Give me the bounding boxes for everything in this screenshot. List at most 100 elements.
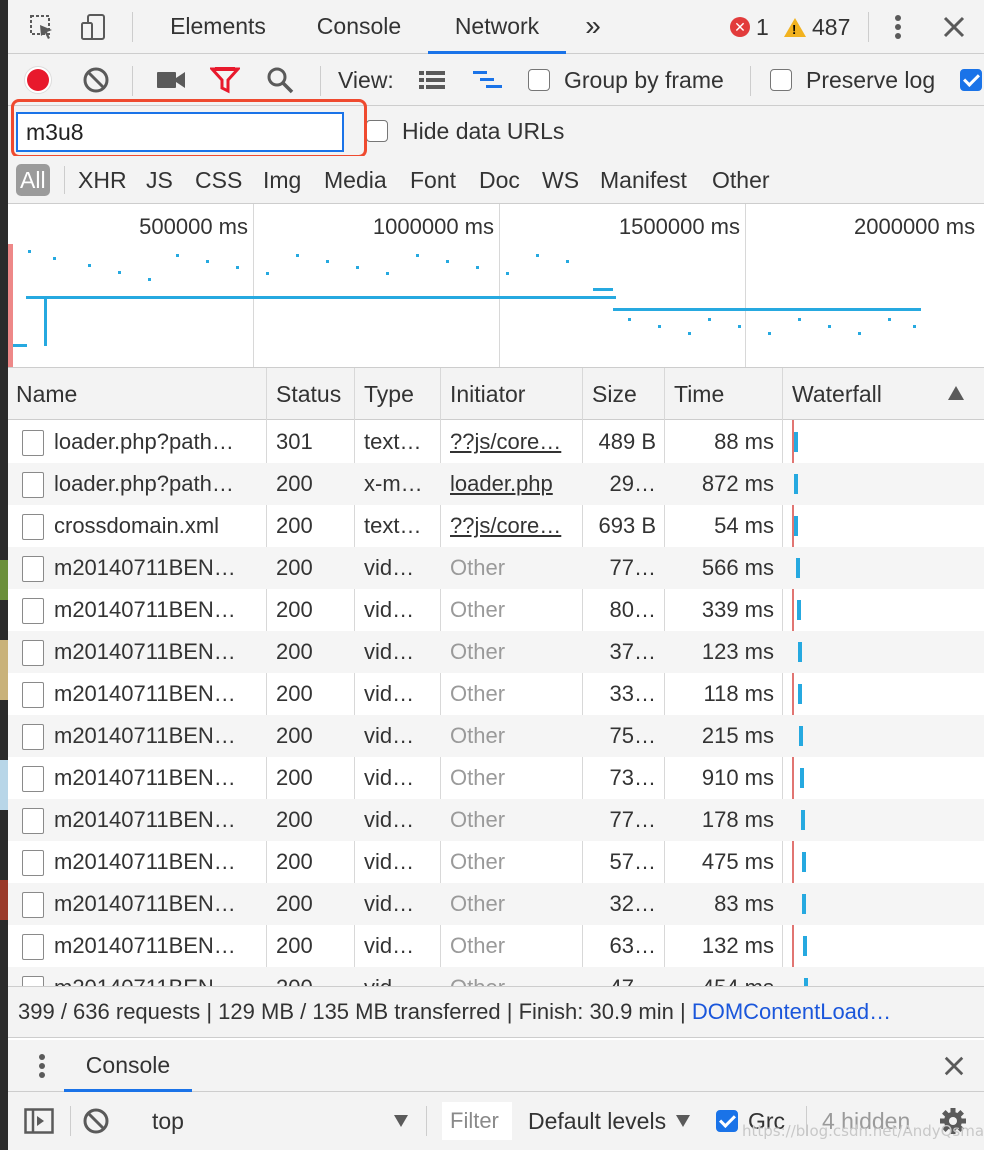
close-drawer-icon[interactable] bbox=[936, 1040, 972, 1092]
request-initiator[interactable]: ??js/core… bbox=[450, 505, 578, 547]
table-row[interactable]: m20140711BEN… 200 vid… Other 32… 83 ms bbox=[8, 883, 984, 925]
network-overview-timeline[interactable]: 500000 ms 1000000 ms 1500000 ms 2000000 … bbox=[8, 204, 984, 368]
request-name[interactable]: m20140711BEN… bbox=[54, 715, 262, 757]
column-header-size[interactable]: Size bbox=[584, 368, 637, 420]
toolbar-divider bbox=[320, 66, 321, 96]
request-name[interactable]: loader.php?path… bbox=[54, 463, 262, 505]
request-name[interactable]: m20140711BEN… bbox=[54, 883, 262, 925]
type-filter-manifest[interactable]: Manifest bbox=[600, 164, 687, 196]
request-name[interactable]: loader.php?path… bbox=[54, 421, 262, 463]
type-filter-ws[interactable]: WS bbox=[542, 164, 579, 196]
request-time: 88 ms bbox=[714, 429, 774, 454]
type-filter-font[interactable]: Font bbox=[410, 164, 456, 196]
request-name[interactable]: m20140711BEN… bbox=[54, 925, 262, 967]
request-type: text… bbox=[364, 429, 422, 454]
overview-mark bbox=[26, 296, 616, 299]
table-row[interactable]: m20140711BEN… 200 vid… Other 77… 566 ms bbox=[8, 547, 984, 589]
column-header-waterfall[interactable]: Waterfall bbox=[784, 368, 882, 420]
table-row[interactable]: crossdomain.xml 200 text… ??js/core… 693 B 54… bbox=[8, 505, 984, 547]
file-icon bbox=[22, 976, 44, 986]
request-name[interactable]: m20140711BEN… bbox=[54, 589, 262, 631]
table-row[interactable]: m20140711BEN… 200 vid… Other 77… 178 ms bbox=[8, 799, 984, 841]
group-by-frame-checkbox[interactable]: Group by frame bbox=[528, 54, 724, 106]
request-initiator[interactable]: ??js/core… bbox=[450, 421, 578, 463]
hide-data-urls-checkbox[interactable]: Hide data URLs bbox=[366, 106, 564, 156]
warning-counter[interactable]: ! 487 bbox=[784, 0, 850, 54]
disable-cache-checkbox[interactable] bbox=[960, 54, 982, 106]
show-console-sidebar-button[interactable] bbox=[24, 1092, 54, 1150]
table-row[interactable]: m20140711BEN… 200 vid… Other 47… 454 ms bbox=[8, 967, 984, 986]
type-filter-doc[interactable]: Doc bbox=[479, 164, 520, 196]
table-row[interactable]: m20140711BEN… 200 vid… Other 33… 118 ms bbox=[8, 673, 984, 715]
type-filter-css[interactable]: CSS bbox=[195, 164, 242, 196]
waterfall-bar bbox=[794, 474, 798, 494]
type-filter-media[interactable]: Media bbox=[324, 164, 387, 196]
table-row[interactable]: m20140711BEN… 200 vid… Other 63… 132 ms bbox=[8, 925, 984, 967]
console-filter-input[interactable]: Filter bbox=[442, 1102, 512, 1140]
overview-mark bbox=[326, 260, 329, 263]
column-header-type[interactable]: Type bbox=[356, 368, 414, 420]
large-rows-button[interactable] bbox=[418, 54, 450, 106]
error-counter[interactable]: ✕ 1 bbox=[730, 0, 769, 54]
record-icon bbox=[24, 66, 52, 94]
request-name[interactable]: m20140711BEN… bbox=[54, 757, 262, 799]
column-header-initiator[interactable]: Initiator bbox=[442, 368, 525, 420]
toolbar-divider bbox=[868, 12, 869, 42]
type-filter-js[interactable]: JS bbox=[146, 164, 173, 196]
drawer-tab-bar: Console bbox=[8, 1040, 984, 1092]
table-row[interactable]: m20140711BEN… 200 vid… Other 57… 475 ms bbox=[8, 841, 984, 883]
console-settings-button[interactable] bbox=[938, 1092, 968, 1150]
request-initiator[interactable]: loader.php bbox=[450, 463, 578, 505]
column-header-time[interactable]: Time bbox=[666, 368, 724, 420]
type-filter-other[interactable]: Other bbox=[712, 164, 770, 196]
overview-mark bbox=[738, 325, 741, 328]
file-icon bbox=[22, 598, 44, 624]
request-name[interactable]: m20140711BEN… bbox=[54, 967, 262, 986]
device-toolbar-icon[interactable] bbox=[76, 0, 112, 54]
request-name[interactable]: m20140711BEN… bbox=[54, 631, 262, 673]
execution-context-select[interactable]: top bbox=[152, 1092, 184, 1150]
request-time: 132 ms bbox=[701, 933, 774, 958]
type-filter-xhr[interactable]: XHR bbox=[78, 164, 127, 196]
drawer-tab-console[interactable]: Console bbox=[64, 1040, 192, 1092]
drawer-menu-icon[interactable] bbox=[28, 1040, 56, 1092]
file-icon bbox=[22, 472, 44, 498]
table-row[interactable]: m20140711BEN… 200 vid… Other 80… 339 ms bbox=[8, 589, 984, 631]
close-devtools-icon[interactable] bbox=[936, 0, 972, 54]
request-name[interactable]: m20140711BEN… bbox=[54, 841, 262, 883]
table-row[interactable]: m20140711BEN… 200 vid… Other 73… 910 ms bbox=[8, 757, 984, 799]
type-filter-img[interactable]: Img bbox=[263, 164, 301, 196]
overview-mark bbox=[566, 260, 569, 263]
kebab-menu-icon[interactable] bbox=[884, 0, 912, 54]
tab-elements[interactable]: Elements bbox=[158, 0, 278, 54]
overview-mark bbox=[476, 266, 479, 269]
log-levels-dropdown[interactable]: Default levels bbox=[528, 1092, 691, 1150]
tab-console[interactable]: Console bbox=[304, 0, 414, 54]
overview-mark bbox=[708, 318, 711, 321]
table-row[interactable]: m20140711BEN… 200 vid… Other 37… 123 ms bbox=[8, 631, 984, 673]
request-summary: 399 / 636 requests | 129 MB / 135 MB tra… bbox=[18, 999, 692, 1024]
preserve-log-checkbox[interactable]: Preserve log bbox=[770, 54, 935, 106]
request-size: 75… bbox=[609, 723, 656, 748]
request-size: 63… bbox=[609, 933, 656, 958]
column-header-name[interactable]: Name bbox=[8, 368, 77, 420]
request-type: x-m… bbox=[364, 471, 423, 496]
table-row[interactable]: m20140711BEN… 200 vid… Other 75… 215 ms bbox=[8, 715, 984, 757]
request-name[interactable]: m20140711BEN… bbox=[54, 673, 262, 715]
table-row[interactable]: loader.php?path… 301 text… ??js/core… 489 B 8… bbox=[8, 421, 984, 463]
request-name[interactable]: crossdomain.xml bbox=[54, 505, 262, 547]
column-header-status[interactable]: Status bbox=[268, 368, 341, 420]
clear-console-button[interactable] bbox=[82, 1092, 110, 1150]
inspect-element-icon[interactable] bbox=[24, 0, 60, 54]
table-row[interactable]: loader.php?path… 200 x-m… loader.php 29… 872 … bbox=[8, 463, 984, 505]
overview-toggle-button[interactable] bbox=[472, 54, 506, 106]
request-name[interactable]: m20140711BEN… bbox=[54, 799, 262, 841]
group-similar-checkbox[interactable]: Grc bbox=[716, 1092, 785, 1150]
more-tabs-button[interactable]: » bbox=[576, 0, 610, 54]
console-toolbar: top Filter Default levels Grc 4 hidden h… bbox=[8, 1092, 984, 1150]
type-filter-all[interactable]: All bbox=[16, 164, 50, 196]
log-levels-label: Default levels bbox=[528, 1107, 667, 1134]
tab-network[interactable]: Network bbox=[428, 0, 566, 54]
request-time: 872 ms bbox=[701, 471, 774, 496]
request-name[interactable]: m20140711BEN… bbox=[54, 547, 262, 589]
